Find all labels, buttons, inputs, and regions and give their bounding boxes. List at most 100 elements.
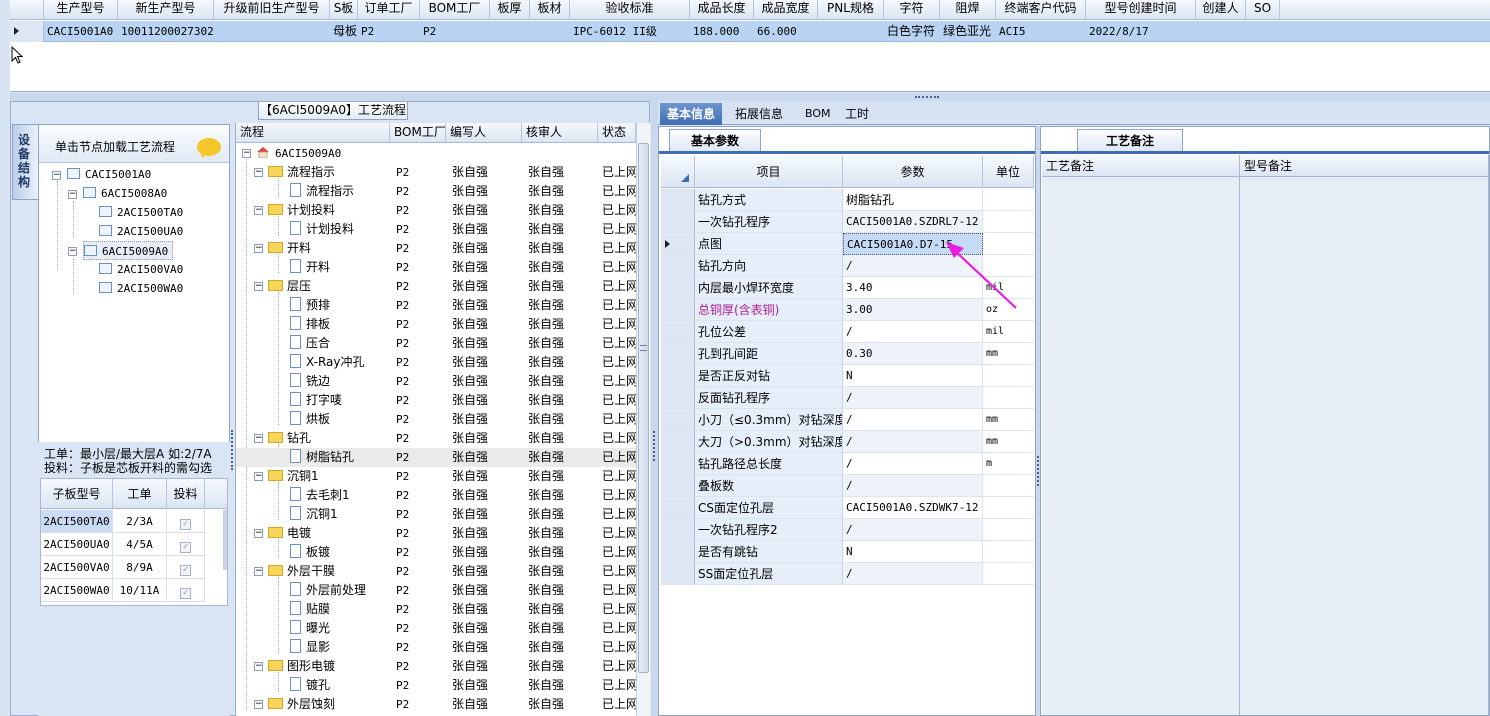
horizontal-splitter[interactable] bbox=[10, 93, 1490, 101]
flow-row[interactable]: 压合 P2 张自强 张自强 已上网 bbox=[236, 334, 636, 353]
cell[interactable] bbox=[530, 21, 570, 42]
param-row[interactable]: 叠板数 / bbox=[661, 475, 1034, 497]
param-value[interactable]: / bbox=[843, 519, 983, 541]
col-header[interactable]: 验收标准 bbox=[570, 0, 690, 20]
flow-row[interactable]: 排板 P2 张自强 张自强 已上网 bbox=[236, 315, 636, 334]
flow-row[interactable]: − 图形电镀 P2 张自强 张自强 已上网 bbox=[236, 657, 636, 676]
param-value[interactable]: / bbox=[843, 431, 983, 453]
flow-row[interactable]: − 钻孔 P2 张自强 张自强 已上网 bbox=[236, 429, 636, 448]
param-value[interactable]: N bbox=[843, 365, 983, 387]
tree-node[interactable]: 6ACI5008A0 bbox=[83, 184, 167, 203]
checkbox-cell[interactable]: ✓ bbox=[167, 510, 205, 533]
tree-node[interactable]: 2ACI500UA0 bbox=[99, 222, 183, 241]
param-row[interactable]: 钻孔路径总长度 / m bbox=[661, 453, 1034, 475]
flow-row[interactable]: 预排 P2 张自强 张自强 已上网 bbox=[236, 296, 636, 315]
param-row[interactable]: 孔到孔间距 0.30 mm bbox=[661, 343, 1034, 365]
param-row[interactable]: 一次钻孔程序2/ bbox=[661, 519, 1034, 541]
tree-node[interactable]: 2ACI500WA0 bbox=[99, 279, 183, 298]
basic-params-caption[interactable]: 基本参数 bbox=[669, 129, 761, 151]
collapse-icon[interactable]: − bbox=[254, 434, 263, 443]
collapse-icon[interactable]: − bbox=[254, 567, 263, 576]
cell[interactable]: P2 bbox=[420, 21, 490, 42]
cell[interactable] bbox=[490, 21, 530, 42]
tree-node-selected[interactable]: 6ACI5009A0 bbox=[83, 241, 174, 260]
col-header[interactable]: SO bbox=[1246, 0, 1280, 20]
cell[interactable]: 母板 bbox=[330, 21, 358, 42]
flow-row[interactable]: − 沉铜1 P2 张自强 张自强 已上网 bbox=[236, 467, 636, 486]
vertical-splitter[interactable] bbox=[651, 101, 658, 716]
tree-node[interactable]: 2ACI500TA0 bbox=[99, 203, 183, 222]
flow-row[interactable]: − 外层蚀刻 P2 张自强 张自强 已上网 bbox=[236, 695, 636, 714]
collapse-icon[interactable]: − bbox=[254, 472, 263, 481]
col-header[interactable]: 阻焊 bbox=[940, 0, 996, 20]
splitter-grip[interactable] bbox=[915, 96, 939, 98]
col-header[interactable]: BOM工厂 bbox=[420, 0, 490, 20]
table-row[interactable]: CACI5001A0 10011200027302 母板 P2 P2 IPC-6… bbox=[10, 21, 1490, 42]
model-remark-column[interactable]: 型号备注 bbox=[1240, 155, 1489, 715]
cell[interactable]: 白色字符 bbox=[884, 21, 940, 42]
flow-row[interactable]: 流程指示 P2 张自强 张自强 已上网 bbox=[236, 182, 636, 201]
cell[interactable]: IPC-6012 II级 bbox=[570, 21, 690, 42]
param-value[interactable]: CACI5001A0.SZDRL7-12 bbox=[843, 211, 983, 233]
tab-extended-info[interactable]: 拓展信息 bbox=[728, 103, 790, 125]
top-data-grid[interactable]: 生产型号 新生产型号 升级前旧生产型号 S板 订单工厂 BOM工厂 板厚 板材 … bbox=[10, 0, 1490, 92]
flow-row[interactable]: 烘板 P2 张自强 张自强 已上网 bbox=[236, 410, 636, 429]
param-row[interactable]: SS面定位孔层 / bbox=[661, 563, 1034, 585]
collapse-icon[interactable]: − bbox=[254, 244, 263, 253]
subboard-cell[interactable]: 2ACI500WA0 bbox=[41, 579, 113, 602]
col-header[interactable]: 字符 bbox=[884, 0, 940, 20]
process-remark-column[interactable]: 工艺备注 bbox=[1042, 155, 1240, 715]
collapse-icon[interactable]: − bbox=[254, 529, 263, 538]
col-header[interactable]: 板厚 bbox=[490, 0, 530, 20]
flow-row[interactable]: 计划投料 P2 张自强 张自强 已上网 bbox=[236, 220, 636, 239]
checkbox-icon[interactable]: ✓ bbox=[180, 519, 191, 530]
col-header[interactable]: 工单 bbox=[113, 479, 167, 509]
flow-row[interactable]: 贴膜 P2 张自强 张自强 已上网 bbox=[236, 600, 636, 619]
col-header[interactable]: 子板型号 bbox=[41, 479, 113, 509]
flow-row[interactable]: 去毛刺1 P2 张自强 张自强 已上网 bbox=[236, 486, 636, 505]
flow-row[interactable]: 打字唛 P2 张自强 张自强 已上网 bbox=[236, 391, 636, 410]
col-header[interactable]: 订单工厂 bbox=[358, 0, 420, 20]
col-header[interactable]: 投料 bbox=[167, 479, 205, 509]
speech-bubble-icon[interactable] bbox=[197, 138, 221, 156]
collapse-icon[interactable]: − bbox=[52, 171, 61, 180]
subboard-cell[interactable]: 2ACI500UA0 bbox=[41, 533, 113, 556]
flow-row[interactable]: X-Ray冲孔 P2 张自强 张自强 已上网 bbox=[236, 353, 636, 372]
tab-bom[interactable]: BOM bbox=[798, 103, 838, 125]
checkbox-cell[interactable]: ✓ bbox=[167, 579, 205, 602]
flow-row[interactable]: 树脂钻孔 P2 张自强 张自强 已上网 bbox=[236, 448, 636, 467]
param-row[interactable]: 小刀（≤0.3mm）对钻深度 / mm bbox=[661, 409, 1034, 431]
cell[interactable]: CACI5001A0 bbox=[44, 21, 118, 42]
param-value[interactable]: N bbox=[843, 541, 983, 563]
col-header[interactable]: 编写人 bbox=[446, 123, 522, 143]
flow-root-row[interactable]: − 6ACI5009A0 bbox=[236, 144, 636, 163]
process-flow-grid[interactable]: 流程 BOM工厂 编写人 核审人 状态 − 6ACI5009A0 − 流程指示 P2 张自… bbox=[235, 123, 650, 716]
flow-row[interactable]: 显影 P2 张自强 张自强 已上网 bbox=[236, 638, 636, 657]
tab-work-hours[interactable]: 工时 bbox=[838, 103, 876, 125]
col-header[interactable]: 成品宽度 bbox=[754, 0, 818, 20]
cell[interactable] bbox=[214, 21, 330, 42]
checkbox-icon[interactable]: ✓ bbox=[180, 565, 191, 576]
param-value[interactable]: 树脂钻孔 bbox=[843, 189, 983, 211]
cell[interactable]: 66.000 bbox=[754, 21, 818, 42]
collapse-icon[interactable]: − bbox=[254, 206, 263, 215]
param-row[interactable]: 大刀（>0.3mm）对钻深度 / mm bbox=[661, 431, 1034, 453]
collapse-icon[interactable]: − bbox=[254, 662, 263, 671]
tab-equipment-structure[interactable]: 设备结构 bbox=[12, 124, 38, 200]
collapse-icon[interactable]: − bbox=[254, 700, 263, 709]
cell[interactable]: 188.000 bbox=[690, 21, 754, 42]
remark-caption[interactable]: 工艺备注 bbox=[1077, 129, 1183, 151]
param-value[interactable]: / bbox=[843, 475, 983, 497]
param-row[interactable]: 钻孔方式 树脂钻孔 bbox=[661, 189, 1034, 211]
subgrid-scroll-thumb[interactable] bbox=[223, 510, 227, 570]
col-header[interactable]: 流程 bbox=[236, 123, 390, 143]
cell[interactable] bbox=[818, 21, 884, 42]
subboard-cell[interactable]: 2ACI500VA0 bbox=[41, 556, 113, 579]
flow-row[interactable]: − 层压 P2 张自强 张自强 已上网 bbox=[236, 277, 636, 296]
splitter-grip[interactable] bbox=[231, 430, 234, 470]
col-header[interactable]: 核审人 bbox=[522, 123, 598, 143]
subboard-cell[interactable]: 4/5A bbox=[113, 533, 167, 556]
collapse-icon[interactable]: − bbox=[68, 190, 77, 199]
subboard-cell[interactable]: 2/3A bbox=[113, 510, 167, 533]
tree-node[interactable]: CACI5001A0 bbox=[67, 165, 151, 184]
